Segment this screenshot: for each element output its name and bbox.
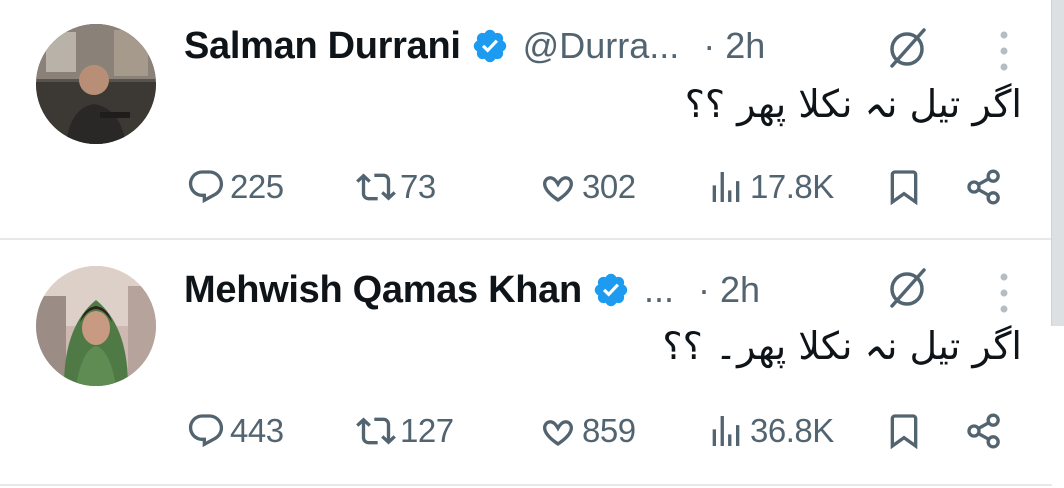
timestamp[interactable]: 2h xyxy=(720,269,760,311)
tweet-text: اگر تیل نہ نکلا پھر۔ ؟؟ xyxy=(662,324,1022,368)
views-button[interactable]: 36.8K xyxy=(706,406,834,456)
like-count: 302 xyxy=(582,168,636,205)
reply-count: 225 xyxy=(230,168,284,205)
share-button[interactable] xyxy=(964,406,1004,456)
scrollbar[interactable] xyxy=(1051,0,1064,326)
more-icon[interactable] xyxy=(994,28,1014,74)
like-icon xyxy=(543,420,573,446)
author-name[interactable]: Salman Durrani xyxy=(184,25,461,68)
retweet-icon xyxy=(356,173,396,201)
separator-dot: · xyxy=(697,269,710,310)
views-icon xyxy=(712,416,740,446)
grok-icon[interactable] xyxy=(882,22,932,72)
tweet[interactable]: Mehwish Qamas Khan ... · 2h اگر تیل نہ ن… xyxy=(0,240,1052,485)
reply-icon xyxy=(188,170,224,204)
author-name[interactable]: Mehwish Qamas Khan xyxy=(184,269,582,312)
tweet-header: Mehwish Qamas Khan ... · 2h xyxy=(184,262,760,318)
views-icon xyxy=(712,172,740,202)
tweet-text: اگر تیل نہ نکلا پھر ؟؟ xyxy=(684,82,1022,126)
bookmark-icon xyxy=(890,170,918,206)
bookmark-button[interactable] xyxy=(884,406,924,456)
reply-button[interactable]: 443 xyxy=(186,406,284,456)
author-handle[interactable]: ... xyxy=(644,269,674,311)
avatar[interactable] xyxy=(36,266,156,386)
views-button[interactable]: 17.8K xyxy=(706,162,834,212)
separator-dot: · xyxy=(703,25,716,66)
retweet-icon xyxy=(356,417,396,445)
tweet-divider xyxy=(0,484,1052,486)
bookmark-button[interactable] xyxy=(884,162,924,212)
tweet[interactable]: Salman Durrani @Durra... · 2h اگر تیل نہ… xyxy=(0,0,1052,238)
retweet-button[interactable]: 127 xyxy=(356,406,454,456)
tweet-actions: 225 73 302 17.8K xyxy=(186,162,1016,212)
share-button[interactable] xyxy=(964,162,1004,212)
grok-icon[interactable] xyxy=(882,262,932,312)
like-count: 859 xyxy=(582,412,636,449)
share-icon xyxy=(967,413,1000,449)
reply-button[interactable]: 225 xyxy=(186,162,284,212)
verified-badge-icon xyxy=(594,273,628,307)
views-count: 36.8K xyxy=(750,412,834,449)
retweet-count: 73 xyxy=(400,168,436,205)
author-handle[interactable]: @Durra... xyxy=(523,25,680,67)
bookmark-icon xyxy=(890,414,918,450)
more-icon[interactable] xyxy=(994,270,1014,316)
like-button[interactable]: 302 xyxy=(538,162,636,212)
reply-count: 443 xyxy=(230,412,284,449)
verified-badge-icon xyxy=(473,29,506,63)
like-button[interactable]: 859 xyxy=(538,406,636,456)
tweet-header: Salman Durrani @Durra... · 2h xyxy=(184,18,765,74)
retweet-count: 127 xyxy=(400,412,454,449)
like-icon xyxy=(543,176,573,202)
avatar[interactable] xyxy=(36,24,156,144)
tweet-actions: 443 127 859 36.8K xyxy=(186,406,1016,456)
timestamp[interactable]: 2h xyxy=(725,25,765,67)
share-icon xyxy=(967,169,1000,205)
reply-icon xyxy=(188,414,224,448)
views-count: 17.8K xyxy=(750,168,834,205)
retweet-button[interactable]: 73 xyxy=(356,162,436,212)
